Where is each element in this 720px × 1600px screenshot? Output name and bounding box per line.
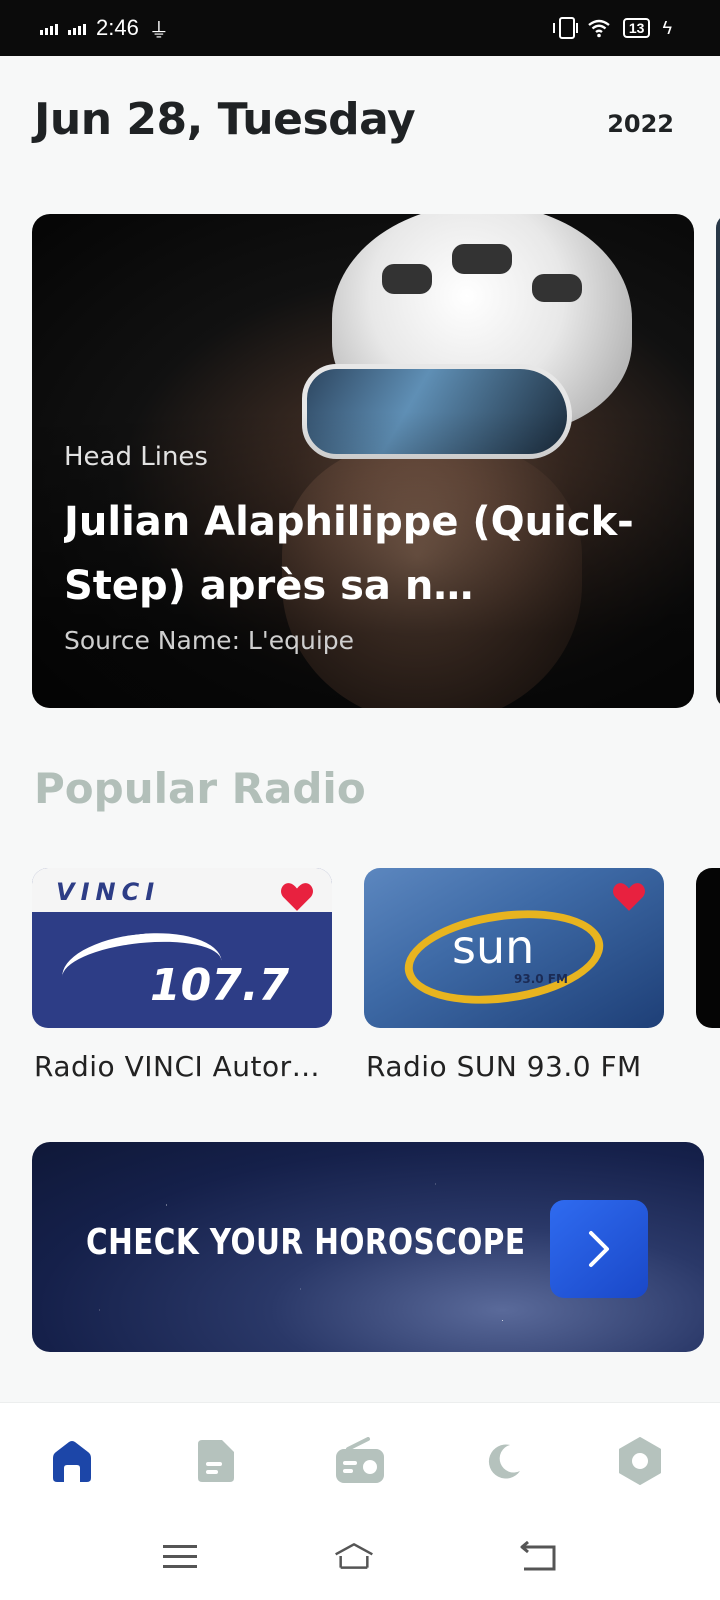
- horoscope-arrow-button[interactable]: [550, 1200, 648, 1298]
- favorite-heart-icon[interactable]: [280, 882, 314, 912]
- headline-label: Head Lines: [64, 442, 208, 472]
- vibrate-icon: [552, 17, 578, 39]
- headline-source: Source Name: L'equipe: [64, 626, 355, 655]
- status-time: 2:46: [96, 15, 139, 40]
- menu-icon: [163, 1545, 197, 1568]
- headline-title: Julian Alaphilippe (Quick-Step) après sa…: [64, 499, 634, 609]
- usb-icon: ⏚: [148, 19, 169, 42]
- radio-card-peek[interactable]: [696, 868, 720, 1028]
- nav-horoscope[interactable]: [476, 1433, 532, 1489]
- favorite-heart-icon[interactable]: [612, 882, 646, 912]
- recents-button[interactable]: [160, 1536, 200, 1576]
- vinci-logo-text: VINCI: [56, 878, 161, 906]
- sun-logo-text: sun: [452, 920, 535, 974]
- year-label: 2022: [607, 110, 674, 138]
- signal-icon: [40, 21, 58, 35]
- radio-name-sun: Radio SUN 93.0 FM: [366, 1050, 642, 1083]
- horoscope-label: CHECK YOUR HOROSCOPE: [86, 1222, 526, 1263]
- system-nav-bar: [0, 1512, 720, 1600]
- back-icon: [520, 1541, 556, 1571]
- status-left: 2:46 ⏚: [40, 14, 169, 42]
- nav-radio[interactable]: [332, 1433, 388, 1489]
- next-headline-card[interactable]: [716, 214, 720, 708]
- nav-settings[interactable]: [612, 1433, 668, 1489]
- moon-icon: [488, 1444, 520, 1479]
- vinci-frequency: 107.7: [150, 960, 290, 1011]
- wifi-icon: [588, 19, 610, 38]
- bottom-nav: [0, 1402, 720, 1512]
- battery-icon: 13: [622, 18, 651, 38]
- sun-frequency: 93.0 FM: [514, 972, 568, 986]
- home-icon: [53, 1441, 91, 1482]
- nav-home[interactable]: [44, 1433, 100, 1489]
- settings-icon: [619, 1437, 661, 1485]
- radio-card-sun[interactable]: sun 93.0 FM: [364, 868, 664, 1028]
- document-icon: [198, 1440, 234, 1482]
- date-title: Jun 28, Tuesday: [34, 94, 416, 145]
- radio-icon: [336, 1437, 384, 1483]
- status-bar: 2:46 ⏚ 13 ϟ: [0, 0, 720, 56]
- charging-icon: ϟ: [662, 17, 672, 38]
- home-outline-icon: [335, 1543, 373, 1569]
- chevron-right-icon: [589, 1231, 609, 1267]
- radio-name-vinci: Radio VINCI Autor…: [34, 1050, 321, 1083]
- radio-card-vinci[interactable]: VINCI 107.7: [32, 868, 332, 1028]
- home-button[interactable]: [334, 1536, 374, 1576]
- popular-radio-title: Popular Radio: [34, 764, 366, 813]
- status-right: 13 ϟ: [552, 14, 672, 42]
- nav-news[interactable]: [188, 1433, 244, 1489]
- signal-icon-2: [68, 21, 86, 35]
- headline-card[interactable]: Head Lines Julian Alaphilippe (Quick-Ste…: [32, 214, 694, 708]
- back-button[interactable]: [518, 1536, 558, 1576]
- battery-level: 13: [628, 20, 645, 36]
- horoscope-banner[interactable]: CHECK YOUR HOROSCOPE: [32, 1142, 704, 1352]
